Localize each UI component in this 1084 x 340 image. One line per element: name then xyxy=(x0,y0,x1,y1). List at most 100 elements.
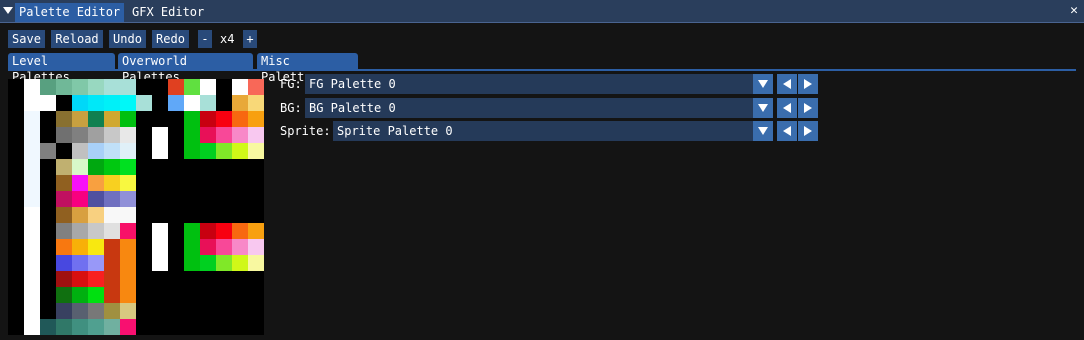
palette-color-cell[interactable] xyxy=(40,159,56,175)
palette-color-cell[interactable] xyxy=(8,191,24,207)
palette-color-cell[interactable] xyxy=(104,159,120,175)
palette-color-cell[interactable] xyxy=(120,175,136,191)
palette-color-cell[interactable] xyxy=(120,159,136,175)
palette-color-cell[interactable] xyxy=(72,191,88,207)
bg-palette-select[interactable]: BG Palette 0 xyxy=(305,98,773,118)
palette-color-cell[interactable] xyxy=(120,239,136,255)
palette-color-cell[interactable] xyxy=(136,127,152,143)
tab-misc-palettes[interactable]: Misc Palettes xyxy=(257,53,358,84)
palette-color-cell[interactable] xyxy=(232,303,248,319)
tab-gfx-editor[interactable]: GFX Editor xyxy=(128,3,208,22)
palette-color-cell[interactable] xyxy=(24,223,40,239)
palette-color-cell[interactable] xyxy=(104,175,120,191)
palette-color-cell[interactable] xyxy=(200,239,216,255)
save-button[interactable]: Save xyxy=(8,30,45,48)
palette-color-cell[interactable] xyxy=(184,303,200,319)
palette-color-cell[interactable] xyxy=(88,287,104,303)
bg-next-button[interactable] xyxy=(798,98,818,118)
palette-color-cell[interactable] xyxy=(104,207,120,223)
palette-color-cell[interactable] xyxy=(72,159,88,175)
palette-color-cell[interactable] xyxy=(168,239,184,255)
palette-color-cell[interactable] xyxy=(120,143,136,159)
palette-color-cell[interactable] xyxy=(72,287,88,303)
palette-color-cell[interactable] xyxy=(56,95,72,111)
palette-color-cell[interactable] xyxy=(104,95,120,111)
palette-color-cell[interactable] xyxy=(200,287,216,303)
palette-color-cell[interactable] xyxy=(168,319,184,335)
palette-color-cell[interactable] xyxy=(184,255,200,271)
palette-color-cell[interactable] xyxy=(232,111,248,127)
palette-color-cell[interactable] xyxy=(168,111,184,127)
palette-color-cell[interactable] xyxy=(104,287,120,303)
palette-color-cell[interactable] xyxy=(40,79,56,95)
palette-color-cell[interactable] xyxy=(72,303,88,319)
palette-color-cell[interactable] xyxy=(56,175,72,191)
palette-color-cell[interactable] xyxy=(168,127,184,143)
palette-color-cell[interactable] xyxy=(56,159,72,175)
palette-color-cell[interactable] xyxy=(88,79,104,95)
palette-color-cell[interactable] xyxy=(56,79,72,95)
palette-color-cell[interactable] xyxy=(232,239,248,255)
palette-color-cell[interactable] xyxy=(168,159,184,175)
palette-color-cell[interactable] xyxy=(8,111,24,127)
palette-color-cell[interactable] xyxy=(8,207,24,223)
palette-color-cell[interactable] xyxy=(8,255,24,271)
palette-color-cell[interactable] xyxy=(104,79,120,95)
palette-color-cell[interactable] xyxy=(168,255,184,271)
palette-color-cell[interactable] xyxy=(104,303,120,319)
palette-color-cell[interactable] xyxy=(168,95,184,111)
sprite-dropdown-button[interactable] xyxy=(753,121,773,141)
palette-color-cell[interactable] xyxy=(248,191,264,207)
sprite-palette-select[interactable]: Sprite Palette 0 xyxy=(333,121,773,141)
palette-color-cell[interactable] xyxy=(200,191,216,207)
palette-color-cell[interactable] xyxy=(24,287,40,303)
close-icon[interactable]: ✕ xyxy=(1070,3,1078,19)
palette-color-cell[interactable] xyxy=(232,287,248,303)
palette-color-cell[interactable] xyxy=(232,95,248,111)
fg-palette-select[interactable]: FG Palette 0 xyxy=(305,74,773,94)
palette-color-cell[interactable] xyxy=(168,191,184,207)
palette-color-cell[interactable] xyxy=(104,255,120,271)
palette-color-cell[interactable] xyxy=(56,239,72,255)
palette-color-cell[interactable] xyxy=(136,175,152,191)
palette-color-cell[interactable] xyxy=(216,79,232,95)
palette-color-cell[interactable] xyxy=(88,143,104,159)
palette-color-cell[interactable] xyxy=(232,159,248,175)
palette-color-cell[interactable] xyxy=(56,207,72,223)
palette-color-cell[interactable] xyxy=(168,303,184,319)
palette-color-cell[interactable] xyxy=(200,127,216,143)
palette-color-cell[interactable] xyxy=(24,127,40,143)
palette-color-cell[interactable] xyxy=(88,95,104,111)
palette-color-cell[interactable] xyxy=(248,159,264,175)
palette-color-cell[interactable] xyxy=(40,111,56,127)
palette-color-cell[interactable] xyxy=(72,143,88,159)
palette-color-cell[interactable] xyxy=(152,175,168,191)
palette-color-cell[interactable] xyxy=(40,127,56,143)
palette-color-cell[interactable] xyxy=(136,255,152,271)
palette-color-cell[interactable] xyxy=(40,319,56,335)
palette-color-cell[interactable] xyxy=(136,95,152,111)
palette-color-cell[interactable] xyxy=(216,95,232,111)
palette-color-cell[interactable] xyxy=(200,143,216,159)
palette-color-cell[interactable] xyxy=(168,207,184,223)
palette-color-cell[interactable] xyxy=(104,319,120,335)
palette-color-cell[interactable] xyxy=(120,303,136,319)
collapse-triangle-icon[interactable] xyxy=(3,7,13,14)
palette-color-cell[interactable] xyxy=(72,175,88,191)
palette-color-cell[interactable] xyxy=(232,79,248,95)
palette-color-cell[interactable] xyxy=(56,303,72,319)
palette-color-cell[interactable] xyxy=(8,159,24,175)
bg-prev-button[interactable] xyxy=(777,98,797,118)
palette-color-cell[interactable] xyxy=(248,319,264,335)
palette-color-cell[interactable] xyxy=(72,255,88,271)
palette-color-cell[interactable] xyxy=(200,223,216,239)
palette-color-cell[interactable] xyxy=(200,175,216,191)
palette-color-cell[interactable] xyxy=(88,159,104,175)
palette-color-cell[interactable] xyxy=(56,271,72,287)
palette-color-cell[interactable] xyxy=(72,111,88,127)
palette-color-cell[interactable] xyxy=(248,111,264,127)
palette-color-cell[interactable] xyxy=(248,95,264,111)
palette-color-cell[interactable] xyxy=(8,95,24,111)
bg-dropdown-button[interactable] xyxy=(753,98,773,118)
palette-color-cell[interactable] xyxy=(216,127,232,143)
